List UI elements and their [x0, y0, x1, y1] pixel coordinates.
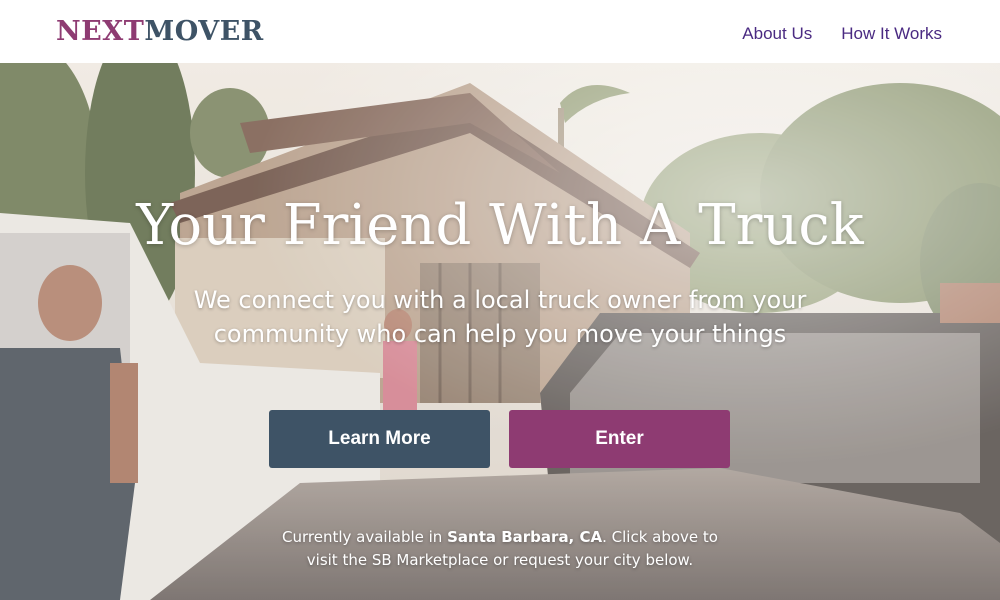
hero-subheadline: We connect you with a local truck owner …: [193, 286, 807, 348]
logo-mover-text: MOVER: [144, 16, 264, 47]
availability-city: Santa Barbara, CA: [447, 528, 603, 546]
enter-button[interactable]: Enter: [509, 410, 730, 468]
logo-next-text: NEXT: [56, 16, 145, 47]
top-navbar: NEXTMOVER About Us How It Works: [0, 0, 1000, 63]
availability-note: Currently available in Santa Barbara, CA…: [270, 526, 730, 572]
availability-prefix: Currently available in: [282, 528, 443, 546]
nav-how-it-works-link[interactable]: How It Works: [841, 24, 942, 44]
hero-headline: Your Friend With A Truck: [136, 193, 864, 258]
nextmover-logo[interactable]: NEXTMOVER: [56, 14, 264, 50]
nav-about-us-link[interactable]: About Us: [742, 24, 812, 44]
hero-content: Your Friend With A Truck We connect you …: [0, 63, 1000, 600]
nav-links: About Us How It Works: [742, 24, 942, 44]
hero-section: Your Friend With A Truck We connect you …: [0, 63, 1000, 600]
learn-more-button[interactable]: Learn More: [269, 410, 490, 468]
